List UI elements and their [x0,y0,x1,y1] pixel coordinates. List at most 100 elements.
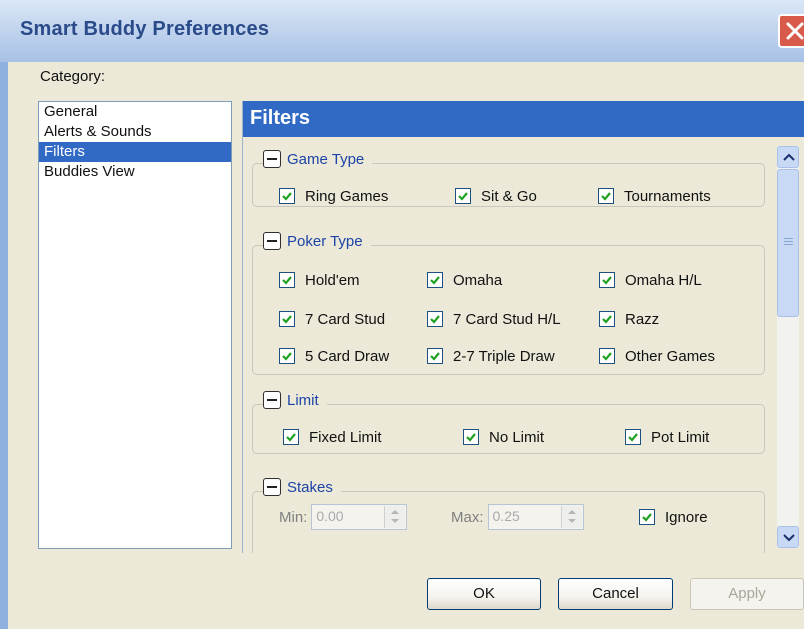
stakes-min-value: 0.00 [316,508,344,524]
category-item-general[interactable]: General [39,102,231,122]
filters-panel: Filters Game Type Ring Games Sit & Go To… [242,101,804,553]
checkmark-icon [639,509,655,525]
omaha-label: Omaha [453,271,503,289]
collapse-game-type-button[interactable] [263,150,281,168]
category-list[interactable]: General Alerts & Sounds Filters Buddies … [38,101,232,549]
stakes-max-value: 0.25 [492,508,520,524]
checkmark-icon [427,311,443,327]
seven-card-stud-checkbox[interactable]: 7 Card Stud [279,309,385,329]
pot-limit-checkbox[interactable]: Pot Limit [625,427,709,447]
five-card-draw-label: 5 Card Draw [305,347,390,365]
poker-type-group: Poker Type Hold'em Omaha Omaha H/L 7 Car… [252,232,765,375]
spin-down-icon [567,519,576,523]
scroll-up-button[interactable] [777,146,799,168]
checkmark-icon [599,272,615,288]
window-left-border [0,62,8,629]
fixed-limit-checkbox[interactable]: Fixed Limit [283,427,382,447]
fixed-limit-label: Fixed Limit [309,428,382,446]
game-type-header: Game Type [263,150,373,168]
razz-label: Razz [625,310,660,328]
preferences-window: Smart Buddy Preferences Category: Genera… [0,0,804,629]
poker-type-header: Poker Type [263,232,371,250]
five-card-draw-checkbox[interactable]: 5 Card Draw [279,346,389,366]
stakes-min-input[interactable]: 0.00 [311,504,408,530]
close-icon [786,22,804,40]
checkmark-icon [463,429,479,445]
category-item-filters[interactable]: Filters [39,142,231,162]
holdem-checkbox[interactable]: Hold'em [279,270,360,290]
game-type-group: Game Type Ring Games Sit & Go Tournament… [252,150,765,207]
ignore-stakes-checkbox[interactable]: Ignore [639,507,708,527]
checkmark-icon [279,272,295,288]
panel-header: Filters [243,101,804,137]
checkmark-icon [427,348,443,364]
sit-go-checkbox[interactable]: Sit & Go [455,186,537,206]
checkmark-icon [625,429,641,445]
stakes-max-label: Max: [451,508,484,526]
chevron-up-icon [783,153,795,161]
vertical-scrollbar[interactable] [777,146,799,548]
checkmark-icon [599,348,615,364]
ring-games-checkbox[interactable]: Ring Games [279,186,388,206]
stakes-group: Stakes Min: 0.00 Max: 0.25 Ignore [252,478,765,553]
checkmark-icon [279,311,295,327]
category-item-buddies-view[interactable]: Buddies View [39,162,231,182]
omaha-checkbox[interactable]: Omaha [427,270,502,290]
panel-title: Filters [250,107,311,129]
stakes-max-input[interactable]: 0.25 [487,504,584,530]
close-button[interactable] [778,14,804,48]
ok-button[interactable]: OK [427,578,541,610]
collapse-stakes-button[interactable] [263,478,281,496]
ignore-label: Ignore [665,508,708,526]
sit-go-label: Sit & Go [481,187,537,205]
seven-card-stud-hl-checkbox[interactable]: 7 Card Stud H/L [427,309,561,329]
game-type-title: Game Type [287,150,365,168]
checkmark-icon [455,188,471,204]
checkmark-icon [599,311,615,327]
omaha-hl-checkbox[interactable]: Omaha H/L [599,270,702,290]
stakes-max-spinner[interactable] [560,506,582,528]
seven-card-stud-label: 7 Card Stud [305,310,386,328]
window-title: Smart Buddy Preferences [20,18,270,40]
other-games-checkbox[interactable]: Other Games [599,346,715,366]
spin-up-icon [567,510,576,514]
category-item-alerts-sounds[interactable]: Alerts & Sounds [39,122,231,142]
spin-up-icon [391,510,400,514]
scroll-down-button[interactable] [777,526,799,548]
stakes-min-spinner[interactable] [384,506,406,528]
razz-checkbox[interactable]: Razz [599,309,659,329]
triple-draw-checkbox[interactable]: 2-7 Triple Draw [427,346,555,366]
other-games-label: Other Games [625,347,716,365]
tournaments-checkbox[interactable]: Tournaments [598,186,711,206]
checkmark-icon [283,429,299,445]
stakes-min: Min: 0.00 [279,503,408,531]
collapse-limit-button[interactable] [263,391,281,409]
ring-games-label: Ring Games [305,187,389,205]
limit-header: Limit [263,391,327,409]
omaha-hl-label: Omaha H/L [625,271,702,289]
limit-title: Limit [287,391,319,409]
spin-down-icon [391,519,400,523]
category-label: Category: [40,68,106,85]
pot-limit-label: Pot Limit [651,428,710,446]
cancel-button[interactable]: Cancel [558,578,673,610]
poker-type-title: Poker Type [287,232,363,250]
stakes-max: Max: 0.25 [451,503,584,531]
tournaments-label: Tournaments [624,187,711,205]
collapse-poker-type-button[interactable] [263,232,281,250]
checkmark-icon [279,188,295,204]
scroll-thumb[interactable] [777,169,799,317]
stakes-header: Stakes [263,478,341,496]
apply-button[interactable]: Apply [690,578,804,610]
no-limit-checkbox[interactable]: No Limit [463,427,544,447]
checkmark-icon [279,348,295,364]
stakes-title: Stakes [287,478,333,496]
checkmark-icon [427,272,443,288]
holdem-label: Hold'em [305,271,360,289]
no-limit-label: No Limit [489,428,545,446]
seven-card-stud-hl-label: 7 Card Stud H/L [453,310,561,328]
stakes-min-label: Min: [279,508,308,526]
triple-draw-label: 2-7 Triple Draw [453,347,555,365]
title-bar[interactable]: Smart Buddy Preferences [0,0,804,62]
chevron-down-icon [783,534,795,542]
